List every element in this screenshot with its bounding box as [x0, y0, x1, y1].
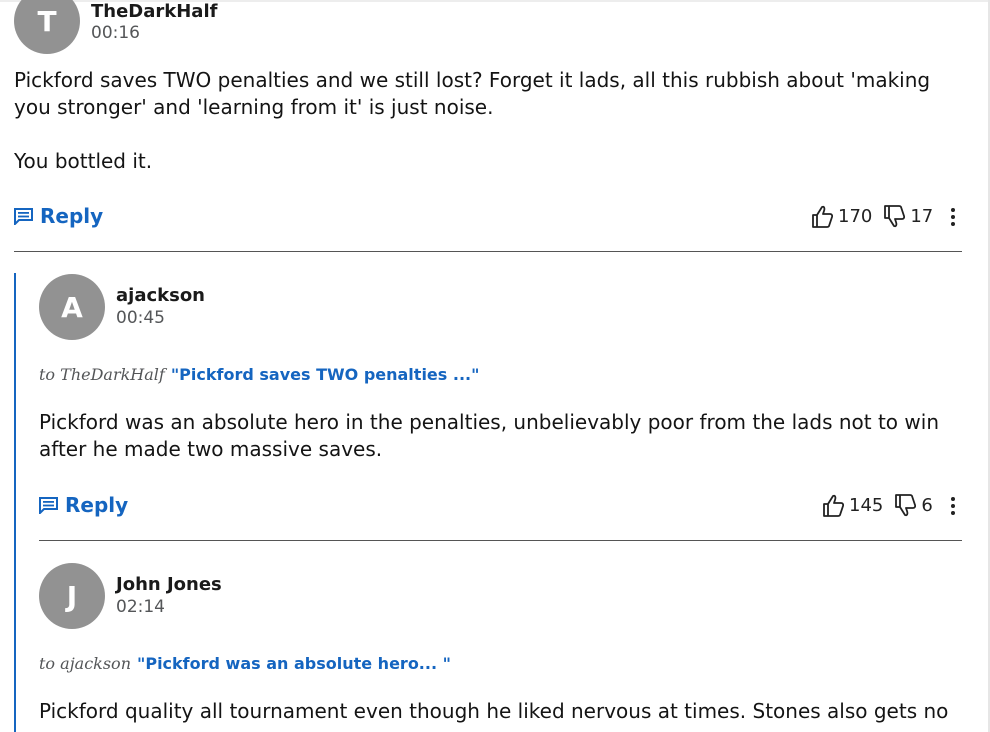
reply-icon	[39, 496, 58, 514]
comment-paragraph: Pickford was an absolute hero in the pen…	[39, 410, 939, 461]
vote-controls: 145 6	[823, 494, 955, 517]
thumbs-up-icon	[812, 205, 833, 228]
reply-button[interactable]: Reply	[39, 493, 128, 517]
comment-username[interactable]: ajackson	[116, 285, 205, 306]
reply-to-label: to ajackson	[39, 654, 131, 673]
downvote-button[interactable]: 6	[895, 494, 933, 517]
more-options-icon[interactable]	[950, 495, 955, 516]
divider	[14, 251, 962, 252]
comment-body: Pickford saves TWO penalties and we stil…	[14, 67, 954, 202]
reply-to-quote-link[interactable]: "Pickford saves TWO penalties ..."	[171, 365, 480, 384]
divider	[39, 540, 962, 541]
thumbs-down-icon	[884, 205, 906, 228]
comment-paragraph: Pickford quality all tournament even tho…	[39, 699, 949, 723]
upvote-count: 145	[849, 495, 884, 516]
downvote-count: 6	[921, 495, 933, 516]
upvote-button[interactable]: 145	[823, 494, 883, 517]
downvote-button[interactable]: 17	[884, 205, 933, 228]
upvote-button[interactable]: 170	[812, 205, 872, 228]
reply-to-reference: to TheDarkHalf "Pickford saves TWO penalt…	[39, 365, 479, 384]
thread-line	[14, 273, 16, 732]
comment-body: Pickford was an absolute hero in the pen…	[39, 409, 959, 490]
comment-paragraph: Pickford saves TWO penalties and we stil…	[14, 68, 931, 119]
comment-paragraph: You bottled it.	[14, 149, 153, 173]
comment-timestamp: 00:45	[116, 308, 165, 328]
avatar[interactable]: A	[39, 274, 105, 340]
thumbs-up-icon	[823, 494, 844, 517]
comment-timestamp: 00:16	[91, 23, 140, 43]
comment-username[interactable]: John Jones	[116, 574, 222, 595]
more-options-icon[interactable]	[951, 206, 956, 227]
reply-label: Reply	[40, 204, 104, 228]
reply-icon	[14, 207, 33, 225]
reply-to-quote-link[interactable]: "Pickford was an absolute hero... "	[137, 654, 451, 673]
reply-label: Reply	[65, 493, 129, 517]
upvote-count: 170	[838, 206, 873, 227]
comment-body: Pickford quality all tournament even tho…	[39, 698, 979, 732]
reply-to-reference: to ajackson "Pickford was an absolute her…	[39, 654, 451, 673]
comments-page: T TheDarkHalf 00:16 Pickford saves TWO p…	[0, 0, 990, 732]
downvote-count: 17	[910, 206, 934, 227]
reply-button[interactable]: Reply	[14, 204, 103, 228]
avatar[interactable]: T	[14, 0, 80, 54]
avatar[interactable]: J	[39, 563, 105, 629]
reply-to-label: to TheDarkHalf	[39, 365, 165, 384]
comment-username[interactable]: TheDarkHalf	[91, 1, 217, 22]
comment-timestamp: 02:14	[116, 597, 165, 617]
thumbs-down-icon	[895, 494, 917, 517]
vote-controls: 170 17	[812, 205, 956, 228]
